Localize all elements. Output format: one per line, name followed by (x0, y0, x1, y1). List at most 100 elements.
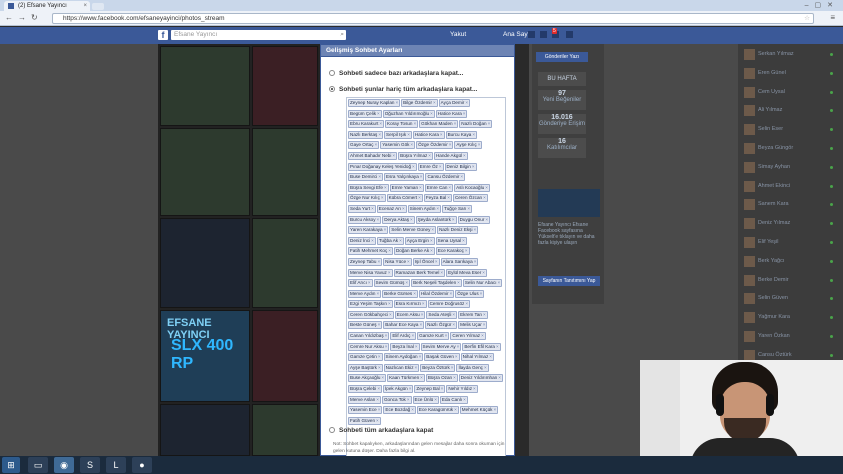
remove-token-icon[interactable]: × (441, 386, 444, 391)
remove-token-icon[interactable]: × (452, 322, 455, 327)
friend-token[interactable]: Gonca Tok× (381, 395, 412, 404)
remove-token-icon[interactable]: × (377, 217, 380, 222)
chat-contact[interactable]: Ahmet Ekinci (744, 180, 839, 194)
remove-token-icon[interactable]: × (488, 121, 491, 126)
friend-token[interactable]: Fatih Güven× (348, 416, 381, 425)
remove-token-icon[interactable]: × (377, 386, 380, 391)
remove-token-icon[interactable]: × (395, 100, 398, 105)
remove-token-icon[interactable]: × (453, 375, 456, 380)
file-explorer-icon[interactable]: ▭ (28, 457, 48, 473)
remove-token-icon[interactable]: × (378, 132, 381, 137)
remove-token-icon[interactable]: × (452, 312, 455, 317)
friend-token[interactable]: Sevim Merve Ay× (420, 342, 462, 351)
friend-token[interactable]: Fatih Mehmet Koç× (348, 247, 393, 256)
friend-token[interactable]: Tuğçe Sarı× (442, 204, 473, 213)
remove-token-icon[interactable]: × (392, 153, 395, 158)
friend-token[interactable]: Seda Ateşli× (426, 310, 458, 319)
remove-token-icon[interactable]: × (402, 206, 405, 211)
remove-token-icon[interactable]: × (410, 217, 413, 222)
friend-token[interactable]: İlayda Genç× (456, 363, 489, 372)
remove-token-icon[interactable]: × (419, 322, 422, 327)
remove-token-icon[interactable]: × (481, 333, 484, 338)
remove-token-icon[interactable]: × (371, 238, 374, 243)
friend-token[interactable]: Deniz Bilgin× (444, 162, 477, 171)
friend-token[interactable]: Buse Akçaoğlu× (348, 374, 387, 383)
remove-token-icon[interactable]: × (467, 206, 470, 211)
remove-token-icon[interactable]: × (377, 111, 380, 116)
friend-token[interactable]: Serpil Işık× (384, 130, 412, 139)
back-icon[interactable]: ← (5, 13, 13, 22)
remove-token-icon[interactable]: × (463, 111, 466, 116)
friend-token[interactable]: Ayşe Kılıç× (454, 141, 483, 150)
friend-token[interactable]: Ayça Ergin× (404, 236, 435, 245)
friend-token[interactable]: Nehir Yıldız× (446, 385, 478, 394)
remove-token-icon[interactable]: × (473, 386, 476, 391)
friend-token[interactable]: Canan Yıldızbaş× (348, 332, 390, 341)
friend-token[interactable]: Emre Can× (424, 183, 454, 192)
chat-contact[interactable]: Serkan Yılmaz (744, 48, 839, 62)
friend-token[interactable]: Özge Ulus× (455, 289, 485, 298)
friend-token[interactable]: Feyza Bal× (423, 194, 452, 203)
chat-contact[interactable]: Ali Yılmaz (744, 104, 839, 118)
remove-token-icon[interactable]: × (450, 291, 453, 296)
friend-token[interactable]: Beyza Öztürk× (420, 363, 456, 372)
friend-token[interactable]: Berke Gürses× (382, 289, 418, 298)
chat-contact[interactable]: Berk Yağcı (744, 255, 839, 269)
friend-token[interactable]: Zeynep Tabu× (348, 257, 383, 266)
friend-token[interactable]: Büşra Yılmaz× (398, 151, 433, 160)
friend-token[interactable]: Tuğba Ak× (376, 236, 404, 245)
new-tab-button[interactable] (92, 3, 104, 10)
remove-token-icon[interactable]: × (384, 185, 387, 190)
friend-token[interactable]: Nazlı Doğan× (459, 120, 493, 129)
chat-contact[interactable]: Berke Demir (744, 274, 839, 288)
remove-token-icon[interactable]: × (421, 312, 424, 317)
remove-token-icon[interactable]: × (440, 132, 443, 137)
radio-all-except[interactable] (329, 86, 335, 92)
remove-token-icon[interactable]: × (455, 354, 458, 359)
user-profile-link[interactable]: Yakut (450, 31, 466, 38)
friend-token[interactable]: Ceren Yılmaz× (450, 332, 486, 341)
remove-token-icon[interactable]: × (480, 291, 483, 296)
friend-token[interactable]: Ramazan Berk Temel× (393, 268, 446, 277)
remove-token-icon[interactable]: × (378, 407, 381, 412)
browser-tab[interactable]: (2) Efsane Yayıncı × (4, 1, 90, 11)
chat-contact[interactable]: Sanem Kara (744, 198, 839, 212)
remove-token-icon[interactable]: × (422, 301, 425, 306)
search-input[interactable]: Efsane Yayıncı ⌕ (171, 30, 346, 40)
photo-tile[interactable] (252, 310, 318, 402)
remove-token-icon[interactable]: × (378, 174, 381, 179)
skype-icon[interactable]: S (80, 457, 100, 473)
friend-token[interactable]: Buse Demirci× (348, 173, 384, 182)
remove-token-icon[interactable]: × (378, 365, 381, 370)
friend-token[interactable]: Sinem Aydoğan× (383, 353, 424, 362)
friend-token[interactable]: Nisa Yüce× (383, 257, 412, 266)
remove-token-icon[interactable]: × (431, 227, 434, 232)
remove-token-icon[interactable]: × (433, 100, 436, 105)
friend-token[interactable]: Ece Karagümrük× (416, 406, 459, 415)
chat-contact[interactable]: Cem Uysal (744, 86, 839, 100)
friend-token[interactable]: Burcu Kaya× (445, 130, 478, 139)
option-all-except[interactable]: Sohbeti şunlar hariç tüm arkadaşlara kap… (329, 86, 477, 93)
friend-token[interactable]: Cansu Özdemir× (425, 173, 466, 182)
friend-token[interactable]: Merve Aydın× (348, 289, 382, 298)
friend-token[interactable]: Ece Bozdağ× (383, 406, 416, 415)
remove-token-icon[interactable]: × (378, 322, 381, 327)
chat-contact[interactable]: Eren Günel (744, 67, 839, 81)
browser-menu-icon[interactable]: ≡ (830, 13, 835, 22)
friend-token[interactable]: Sinem Aydın× (407, 204, 442, 213)
remove-token-icon[interactable]: × (454, 407, 457, 412)
remove-token-icon[interactable]: × (376, 397, 379, 402)
remove-token-icon[interactable]: × (376, 291, 379, 296)
remove-token-icon[interactable]: × (465, 301, 468, 306)
friend-token[interactable]: Ezgi Yeşim Taşkın× (348, 300, 393, 309)
messages-icon[interactable] (540, 31, 547, 38)
friend-token[interactable]: Deniz Yıldırımhan× (458, 374, 503, 383)
friend-token[interactable]: Ahmet Bahadır Nebi× (348, 151, 398, 160)
friend-token[interactable]: Eylül Meva Eser× (446, 268, 487, 277)
option-all-friends[interactable]: Sohbeti tüm arkadaşlara kapat (329, 427, 433, 434)
friend-token[interactable]: Sena Uysal× (435, 236, 467, 245)
remove-token-icon[interactable]: × (474, 227, 477, 232)
remove-token-icon[interactable]: × (454, 121, 457, 126)
chat-contact[interactable]: Selin Güven (744, 292, 839, 306)
settings-icon[interactable] (566, 31, 573, 38)
